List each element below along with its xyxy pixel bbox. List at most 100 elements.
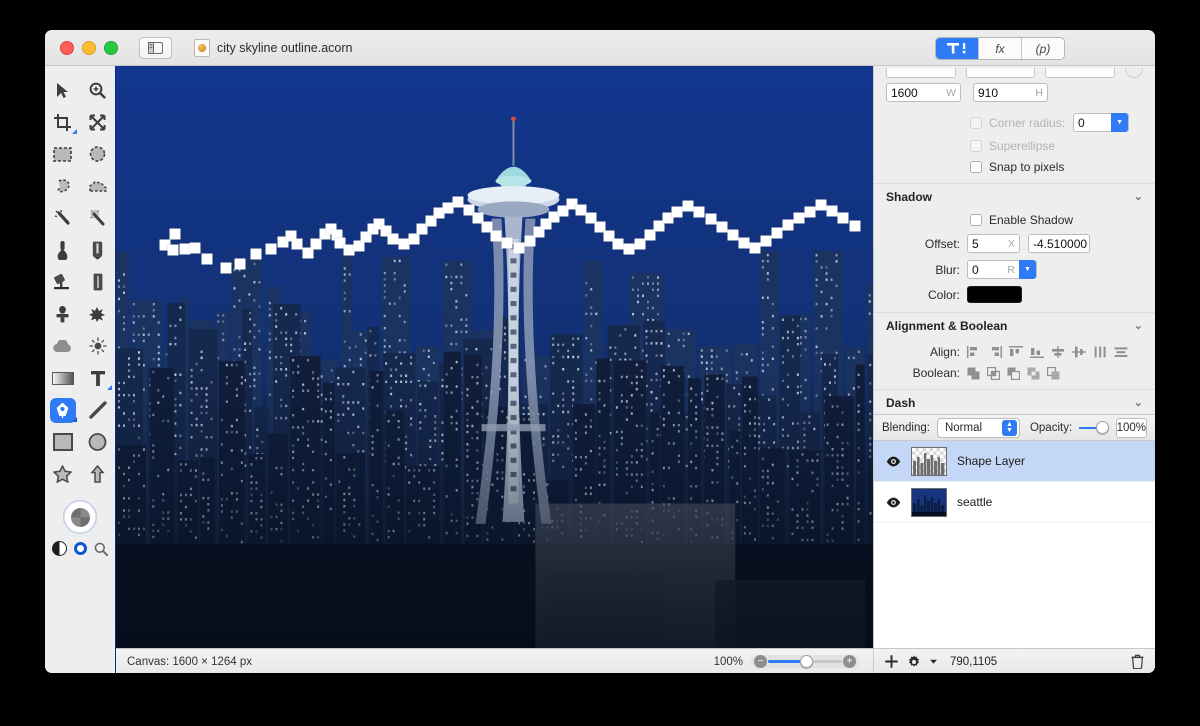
chevron-down-icon[interactable]	[930, 659, 937, 664]
corner-radius-stepper[interactable]: ▼	[1111, 113, 1129, 132]
anchor-point[interactable]	[387, 233, 399, 245]
move-tool[interactable]	[45, 74, 80, 106]
align-right-icon[interactable]	[988, 346, 1002, 358]
anchor-point[interactable]	[682, 200, 694, 212]
ellipse-select-tool[interactable]	[80, 138, 115, 170]
distribute-vertical-icon[interactable]	[1114, 346, 1128, 358]
subtract-icon[interactable]	[1007, 367, 1020, 380]
star-tool[interactable]	[45, 458, 80, 490]
corner-radius-checkbox[interactable]	[970, 116, 982, 129]
arrow-tool[interactable]	[80, 458, 115, 490]
gear-icon[interactable]	[907, 654, 921, 669]
anchor-point[interactable]	[716, 221, 728, 233]
anchor-point[interactable]	[353, 240, 365, 252]
chevron-down-icon[interactable]: ⌄	[1134, 396, 1143, 409]
tab-presets[interactable]: (p)	[1022, 38, 1064, 59]
magic-wand-tool[interactable]	[45, 202, 80, 234]
cloud-tool[interactable]	[45, 330, 80, 362]
align-center-vertical-icon[interactable]	[1072, 346, 1086, 358]
anchor-point[interactable]	[815, 199, 827, 211]
transform-tool[interactable]	[80, 106, 115, 138]
superellipse-checkbox[interactable]	[970, 140, 982, 152]
text-tool[interactable]	[80, 362, 115, 394]
zoom-slider[interactable]: − +	[751, 655, 859, 668]
x-field-clipped[interactable]	[886, 68, 956, 78]
align-left-icon[interactable]	[967, 346, 981, 358]
blur-stepper[interactable]: ▼	[1019, 260, 1036, 279]
anchor-point[interactable]	[837, 212, 849, 224]
seattle-photo-thumbnail[interactable]	[911, 487, 947, 517]
union-icon[interactable]	[967, 367, 980, 380]
smudge-tool[interactable]	[80, 298, 115, 330]
anchor-point[interactable]	[826, 205, 838, 217]
close-button[interactable]	[60, 40, 74, 55]
anchor-point[interactable]	[623, 243, 635, 255]
dash-section-header[interactable]: Dash ⌄	[874, 389, 1155, 414]
crop-tool[interactable]	[45, 106, 80, 138]
shadow-color-swatch[interactable]	[967, 286, 1022, 303]
brush-tool[interactable]	[45, 234, 80, 266]
tool-submenu-indicator[interactable]	[72, 129, 77, 134]
clone-stamp-tool[interactable]	[45, 298, 80, 330]
anchor-point[interactable]	[408, 233, 420, 245]
half-circle-icon[interactable]	[52, 541, 67, 556]
rectangle-tool[interactable]	[45, 426, 80, 458]
zoom-tool[interactable]	[80, 74, 115, 106]
anchor-point[interactable]	[265, 243, 277, 255]
anchor-point[interactable]	[189, 242, 201, 254]
opacity-slider[interactable]	[1079, 421, 1109, 434]
chevron-down-icon[interactable]: ⌄	[1134, 190, 1143, 203]
alignment-section-header[interactable]: Alignment & Boolean ⌄	[874, 312, 1155, 338]
offset-y-field[interactable]: -4.510000	[1028, 234, 1090, 253]
angle-field-clipped[interactable]	[1045, 68, 1116, 78]
anchor-point[interactable]	[250, 248, 262, 260]
layer-row[interactable]: seattle	[874, 482, 1155, 523]
pencil-tool[interactable]	[80, 234, 115, 266]
zoom-in-icon[interactable]: +	[843, 655, 856, 668]
anchor-point[interactable]	[738, 237, 750, 249]
anchor-point[interactable]	[234, 258, 246, 270]
zoom-slider-thumb[interactable]	[800, 655, 813, 668]
blur-field[interactable]: 0 R ▼	[967, 260, 1037, 279]
anchor-point[interactable]	[310, 238, 322, 250]
align-center-horizontal-icon[interactable]	[1051, 346, 1065, 358]
anchor-point[interactable]	[220, 262, 232, 274]
lasso-tool[interactable]	[45, 170, 80, 202]
zoom-button[interactable]	[104, 40, 118, 55]
anchor-point[interactable]	[760, 235, 772, 247]
y-field-clipped[interactable]	[965, 68, 1036, 78]
anchor-point[interactable]	[727, 229, 739, 241]
tool-submenu-indicator[interactable]	[107, 385, 112, 390]
anchor-point[interactable]	[804, 206, 816, 217]
document-title-area[interactable]: city skyline outline.acorn	[194, 38, 352, 57]
eye-icon[interactable]	[886, 497, 901, 508]
distribute-horizontal-icon[interactable]	[1093, 346, 1107, 358]
pen-tool[interactable]	[45, 394, 80, 426]
align-bottom-icon[interactable]	[1030, 346, 1044, 358]
anchor-point[interactable]	[782, 219, 794, 231]
instant-alpha-tool[interactable]	[80, 202, 115, 234]
exclude-icon[interactable]	[1027, 367, 1040, 380]
zoom-out-icon[interactable]: −	[754, 655, 767, 668]
tab-effects[interactable]: fx	[979, 38, 1022, 59]
ellipse-tool[interactable]	[80, 426, 115, 458]
divide-icon[interactable]	[1047, 366, 1060, 380]
tool-submenu-indicator[interactable]	[72, 417, 77, 422]
shape-layer-thumbnail[interactable]	[911, 446, 947, 476]
minimize-button[interactable]	[82, 40, 96, 55]
rect-select-tool[interactable]	[45, 138, 80, 170]
anchor-point[interactable]	[771, 227, 783, 239]
offset-x-field[interactable]: 5 X	[967, 234, 1020, 253]
paint-bucket-tool[interactable]	[45, 266, 80, 298]
height-field[interactable]: 910 H	[973, 83, 1048, 102]
intersect-icon[interactable]	[987, 366, 1000, 380]
anchor-point[interactable]	[612, 238, 624, 249]
anchor-point[interactable]	[201, 253, 213, 265]
opacity-slider-thumb[interactable]	[1095, 421, 1109, 434]
sidebar-toggle-button[interactable]	[139, 36, 172, 59]
line-tool[interactable]	[80, 394, 115, 426]
anchor-point[interactable]	[501, 237, 513, 249]
tab-shape-tool[interactable]	[936, 38, 979, 59]
anchor-point[interactable]	[793, 212, 805, 224]
trash-icon[interactable]	[1131, 654, 1144, 669]
